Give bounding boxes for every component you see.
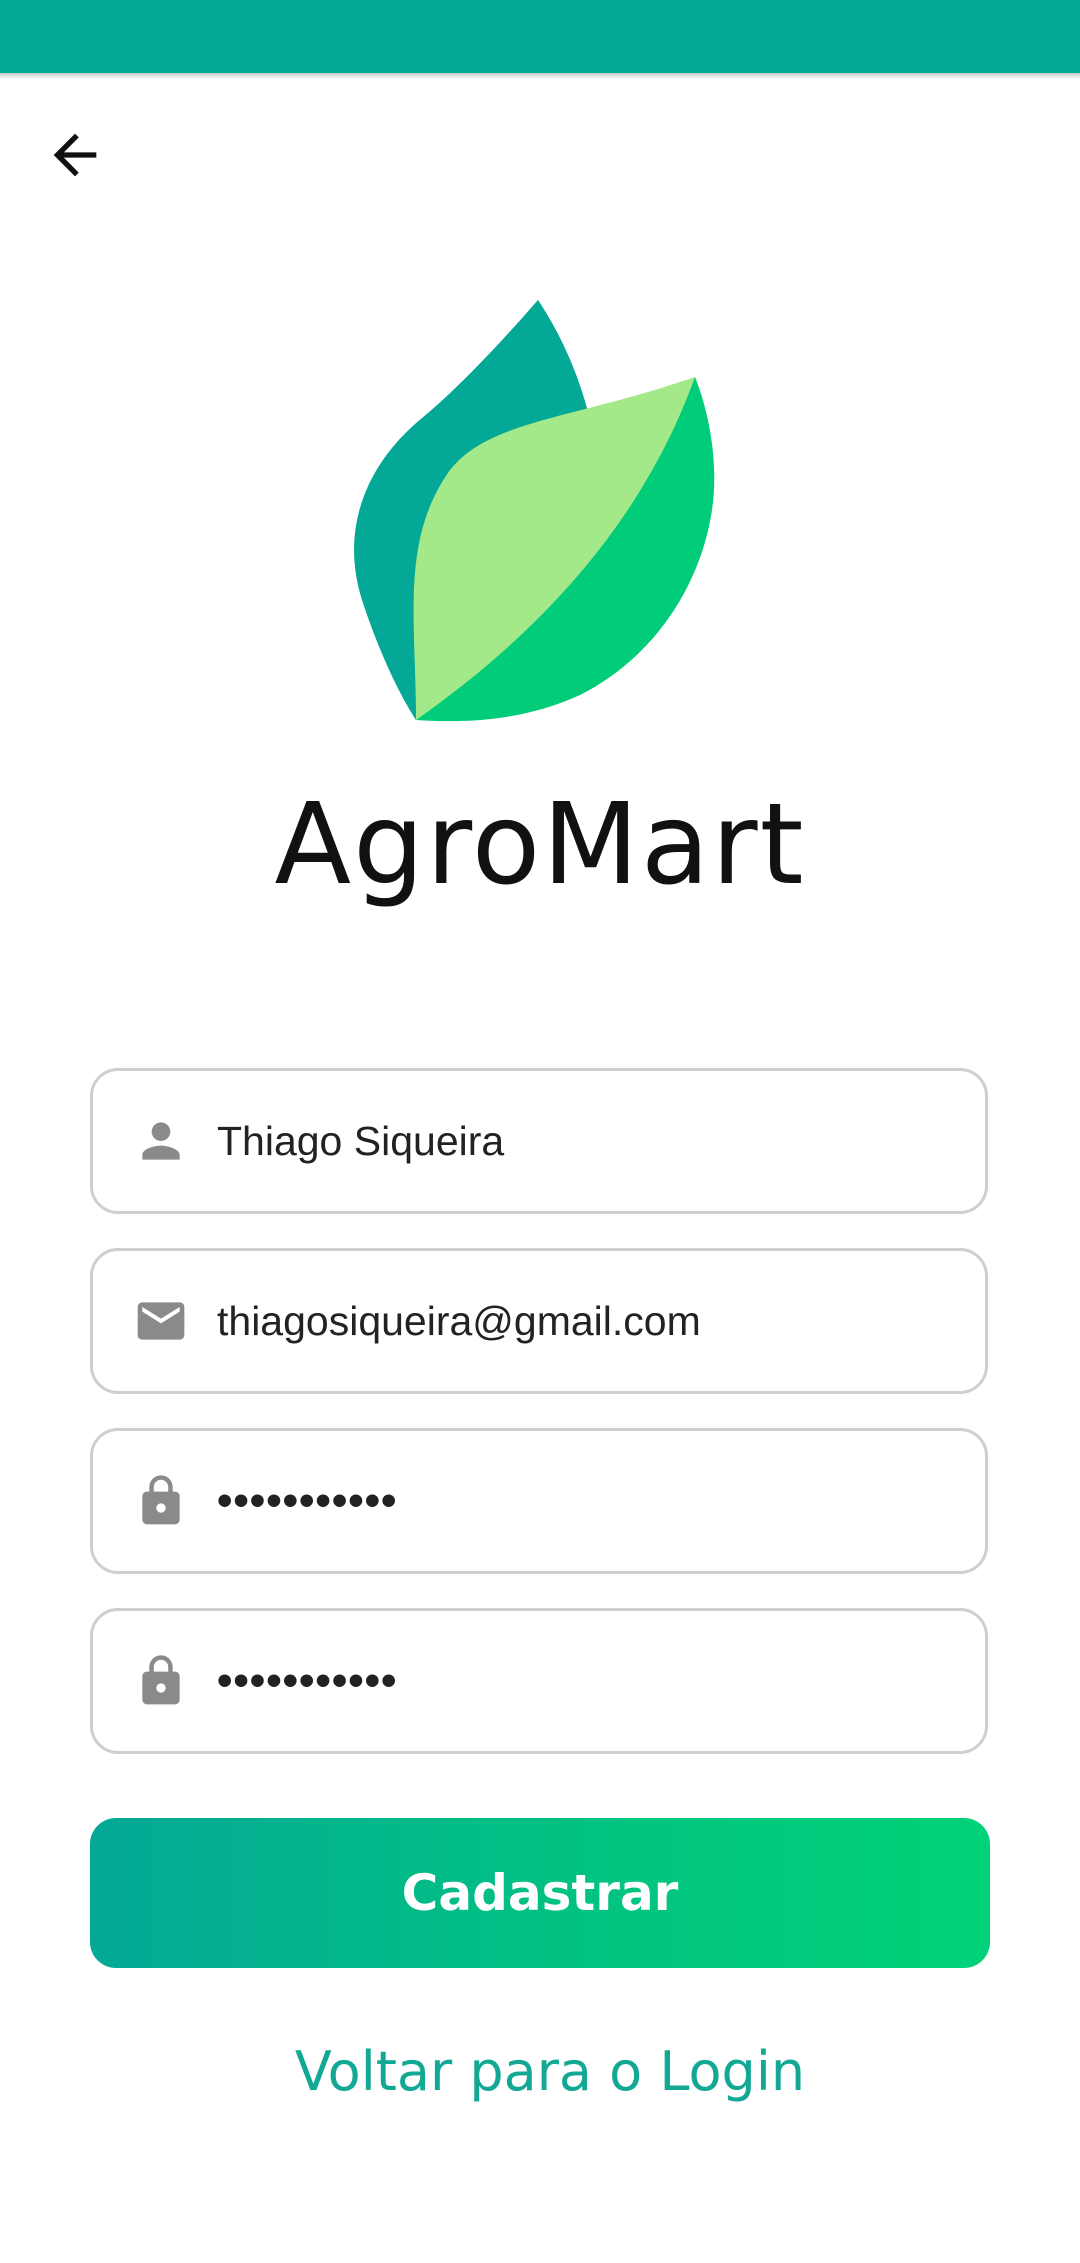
lock-icon: [133, 1473, 189, 1529]
back-button[interactable]: [30, 110, 120, 200]
name-value: Thiago Siqueira: [217, 1117, 505, 1164]
confirm-password-field[interactable]: •••••••••••: [90, 1608, 988, 1754]
app-bar-shadow: [0, 73, 1080, 79]
status-bar: [0, 0, 1080, 73]
person-icon: [133, 1113, 189, 1169]
agromart-logo: [354, 300, 715, 722]
password-value: •••••••••••: [217, 1476, 398, 1525]
arrow-left-icon: [53, 133, 97, 177]
cadastrar-button[interactable]: Cadastrar: [90, 1818, 990, 1968]
app-title: AgroMart: [274, 780, 806, 910]
password-field[interactable]: •••••••••••: [90, 1428, 988, 1574]
mail-icon: [133, 1293, 189, 1349]
lock-icon: [133, 1653, 189, 1709]
email-value: thiagosiqueira@gmail.com: [217, 1297, 701, 1344]
name-field[interactable]: Thiago Siqueira: [90, 1068, 988, 1214]
confirm-password-value: •••••••••••: [217, 1656, 398, 1705]
email-field[interactable]: thiagosiqueira@gmail.com: [90, 1248, 988, 1394]
back-to-login-link[interactable]: Voltar para o Login: [0, 2040, 1080, 2103]
